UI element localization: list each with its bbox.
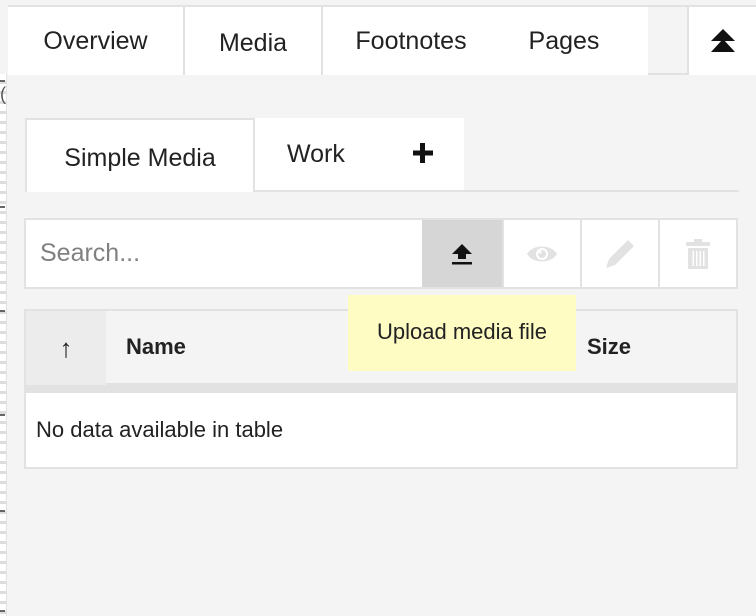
tab-footnotes[interactable]: Footnotes (323, 7, 499, 75)
add-tab-button[interactable] (408, 138, 438, 168)
collapse-panel-button[interactable] (687, 7, 756, 75)
edit-button[interactable] (580, 220, 658, 287)
tab-simple-media[interactable]: Simple Media (25, 118, 255, 192)
top-tab-bar: Overview Media Footnotes Pages (8, 5, 756, 75)
ruler-mark (0, 206, 5, 208)
plus-icon (413, 143, 433, 163)
ruler-mark (0, 414, 5, 416)
media-toolbar (24, 218, 738, 289)
pencil-icon (606, 239, 634, 268)
media-sub-tabs: Simple Media Work (25, 118, 739, 192)
upload-icon (452, 243, 472, 264)
upload-button[interactable] (422, 220, 502, 287)
tab-overview[interactable]: Overview (8, 7, 183, 75)
column-header-size[interactable]: Size (587, 311, 631, 383)
vertical-ruler (0, 74, 7, 616)
ruler-mark (0, 80, 5, 82)
tab-media[interactable]: Media (183, 7, 323, 75)
delete-button[interactable] (658, 220, 736, 287)
view-button[interactable] (502, 220, 580, 287)
ruler-glyph: ( (0, 84, 6, 104)
column-header-name[interactable]: Name (126, 311, 186, 383)
ruler-mark (0, 510, 5, 512)
empty-table-message: No data available in table (36, 417, 284, 442)
ruler-mark (0, 610, 5, 612)
top-tabs: Overview Media Footnotes Pages (8, 7, 648, 75)
search-input[interactable] (26, 220, 422, 287)
double-chevron-up-icon (710, 29, 735, 52)
tab-work-label: Work (287, 139, 345, 168)
ruler-mark (0, 310, 5, 312)
upload-tooltip: Upload media file (348, 295, 576, 371)
sort-column-header[interactable]: ↑ (26, 311, 106, 385)
tab-pages[interactable]: Pages (499, 7, 629, 75)
trash-icon (686, 238, 710, 269)
eye-icon (527, 246, 557, 261)
